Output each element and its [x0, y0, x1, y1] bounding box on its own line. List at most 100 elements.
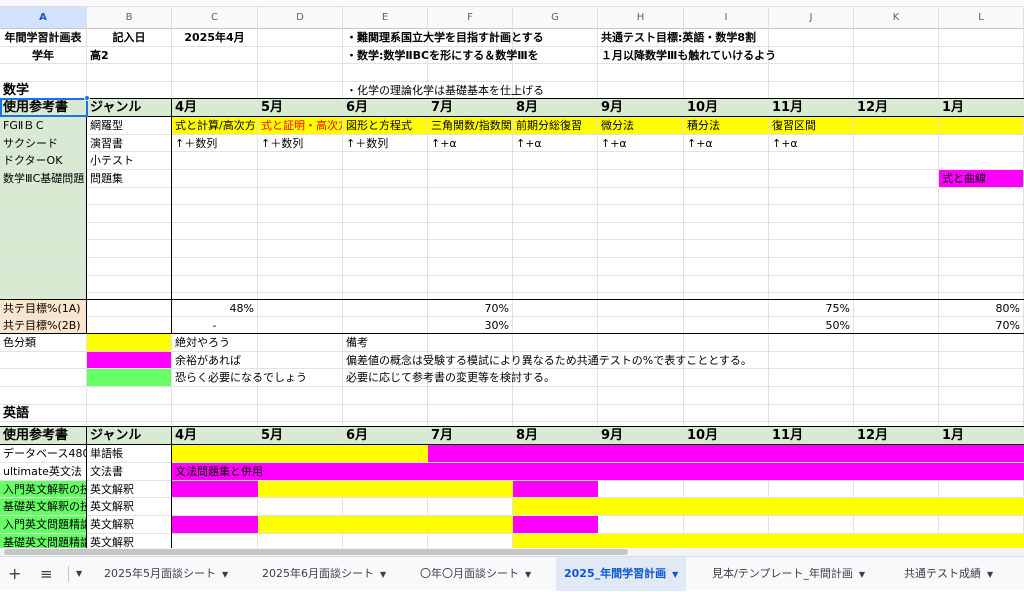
grid-cell[interactable]	[87, 82, 172, 99]
grid-cell[interactable]	[258, 29, 343, 47]
math-header-cell[interactable]: 8月	[513, 99, 598, 117]
english-genre-cell[interactable]: 英文解釈	[87, 498, 172, 516]
math-cell[interactable]	[0, 188, 87, 205]
math-cell[interactable]: ↑+α	[598, 135, 684, 152]
math-cell[interactable]	[428, 170, 513, 188]
grid-cell[interactable]	[428, 188, 513, 205]
grid-cell[interactable]	[598, 300, 684, 317]
grid-cell[interactable]	[684, 276, 769, 293]
math-cell[interactable]: 微分法	[598, 117, 684, 135]
grid-cell[interactable]	[769, 188, 854, 205]
math-header-cell[interactable]: 4月	[172, 99, 258, 117]
grid-cell[interactable]	[258, 405, 343, 422]
math-cell[interactable]: ↑+α	[513, 135, 598, 152]
grid-cell[interactable]	[939, 29, 1024, 47]
math-cell[interactable]	[0, 276, 87, 293]
column-header-j[interactable]: J	[769, 7, 854, 29]
math-cell[interactable]: ↑＋数列	[343, 135, 428, 152]
english-header-cell[interactable]: 6月	[343, 427, 428, 445]
grid-cell[interactable]	[258, 300, 343, 317]
math-cell[interactable]	[343, 170, 428, 188]
grid-cell[interactable]	[0, 369, 87, 387]
english-plan-cell[interactable]	[854, 534, 939, 548]
grid-cell[interactable]	[598, 405, 684, 422]
english-plan-cell[interactable]	[172, 534, 258, 548]
english-plan-cell[interactable]	[258, 516, 343, 534]
legend-desc-cell[interactable]: 絶対やろう	[172, 334, 343, 352]
grid-cell[interactable]	[172, 188, 258, 205]
math-header-cell[interactable]: 使用参考書	[0, 99, 87, 117]
column-header-g[interactable]: G	[513, 7, 598, 29]
english-header-cell[interactable]: 5月	[258, 427, 343, 445]
english-plan-cell[interactable]	[513, 463, 598, 481]
grid-cell[interactable]	[513, 276, 598, 293]
english-plan-cell[interactable]	[598, 445, 684, 463]
column-header-f[interactable]: F	[428, 7, 513, 29]
grid-cell[interactable]	[939, 334, 1024, 352]
english-header-cell[interactable]: 4月	[172, 427, 258, 445]
math-header-cell[interactable]: 9月	[598, 99, 684, 117]
english-plan-cell[interactable]	[684, 481, 769, 498]
english-plan-cell[interactable]	[343, 498, 428, 516]
grid-cell[interactable]	[513, 317, 598, 334]
english-plan-cell[interactable]	[343, 534, 428, 548]
math-cell[interactable]: 式と証明・高次方	[258, 117, 343, 135]
english-genre-cell[interactable]: 文法書	[87, 463, 172, 481]
english-plan-cell[interactable]	[939, 498, 1024, 516]
english-plan-cell[interactable]	[854, 445, 939, 463]
grid-cell[interactable]	[172, 64, 258, 82]
grid-cell[interactable]	[258, 223, 343, 240]
math-header-cell[interactable]: 11月	[769, 99, 854, 117]
math-header-cell[interactable]: 1月	[939, 99, 1024, 117]
grid-cell[interactable]	[854, 276, 939, 293]
english-header-cell[interactable]: ジャンル	[87, 427, 172, 445]
english-plan-cell[interactable]	[258, 498, 343, 516]
english-plan-cell[interactable]	[172, 481, 258, 498]
english-plan-cell[interactable]	[769, 516, 854, 534]
grid-cell[interactable]	[343, 64, 428, 82]
column-header-e[interactable]: E	[343, 7, 428, 29]
english-plan-cell[interactable]	[343, 516, 428, 534]
grid-cell[interactable]	[769, 405, 854, 422]
english-plan-cell[interactable]	[172, 498, 258, 516]
grid-cell[interactable]	[854, 334, 939, 352]
note-cell[interactable]: 偏差値の概念は受験する模試により異なるため共通テストの%で表すこととする。	[343, 352, 1024, 369]
english-header-cell[interactable]: 12月	[854, 427, 939, 445]
english-plan-cell[interactable]	[769, 498, 854, 516]
grid-cell[interactable]	[684, 405, 769, 422]
legend-swatch-yellow[interactable]	[87, 334, 172, 352]
grid-cell[interactable]	[854, 205, 939, 223]
grid-cell[interactable]	[172, 205, 258, 223]
english-header-cell[interactable]: 11月	[769, 427, 854, 445]
grid-cell[interactable]	[428, 405, 513, 422]
english-plan-cell[interactable]	[428, 516, 513, 534]
grid-cell[interactable]	[769, 240, 854, 258]
grid-cell[interactable]	[769, 258, 854, 276]
grid-cell[interactable]	[684, 188, 769, 205]
tab-sheet-4[interactable]: 見本/テンプレート_年間計画 ▼	[704, 557, 873, 591]
english-plan-cell[interactable]	[428, 534, 513, 548]
grid-cell[interactable]	[598, 205, 684, 223]
grid-cell[interactable]	[258, 387, 343, 405]
grid-cell[interactable]	[684, 334, 769, 352]
grid-cell[interactable]	[428, 240, 513, 258]
math-cell[interactable]	[939, 152, 1024, 170]
grid-cell[interactable]	[513, 205, 598, 223]
math-cell[interactable]: ↑+α	[769, 135, 854, 152]
column-header-d[interactable]: D	[258, 7, 343, 29]
math-cell[interactable]	[769, 152, 854, 170]
english-plan-cell[interactable]	[939, 445, 1024, 463]
grid-cell[interactable]	[769, 223, 854, 240]
grid-cell[interactable]	[854, 82, 939, 99]
english-plan-cell[interactable]	[684, 445, 769, 463]
math-cell[interactable]: 式と計算/高次方	[172, 117, 258, 135]
grid-cell[interactable]	[854, 29, 939, 47]
grid-cell[interactable]	[513, 300, 598, 317]
english-plan-cell[interactable]	[258, 445, 343, 463]
english-plan-cell[interactable]	[258, 481, 343, 498]
grid-cell[interactable]	[87, 240, 172, 258]
english-genre-cell[interactable]: 英文解釈	[87, 481, 172, 498]
grid-cell[interactable]	[428, 223, 513, 240]
grid-cell[interactable]	[87, 405, 172, 422]
grid-cell[interactable]	[428, 387, 513, 405]
